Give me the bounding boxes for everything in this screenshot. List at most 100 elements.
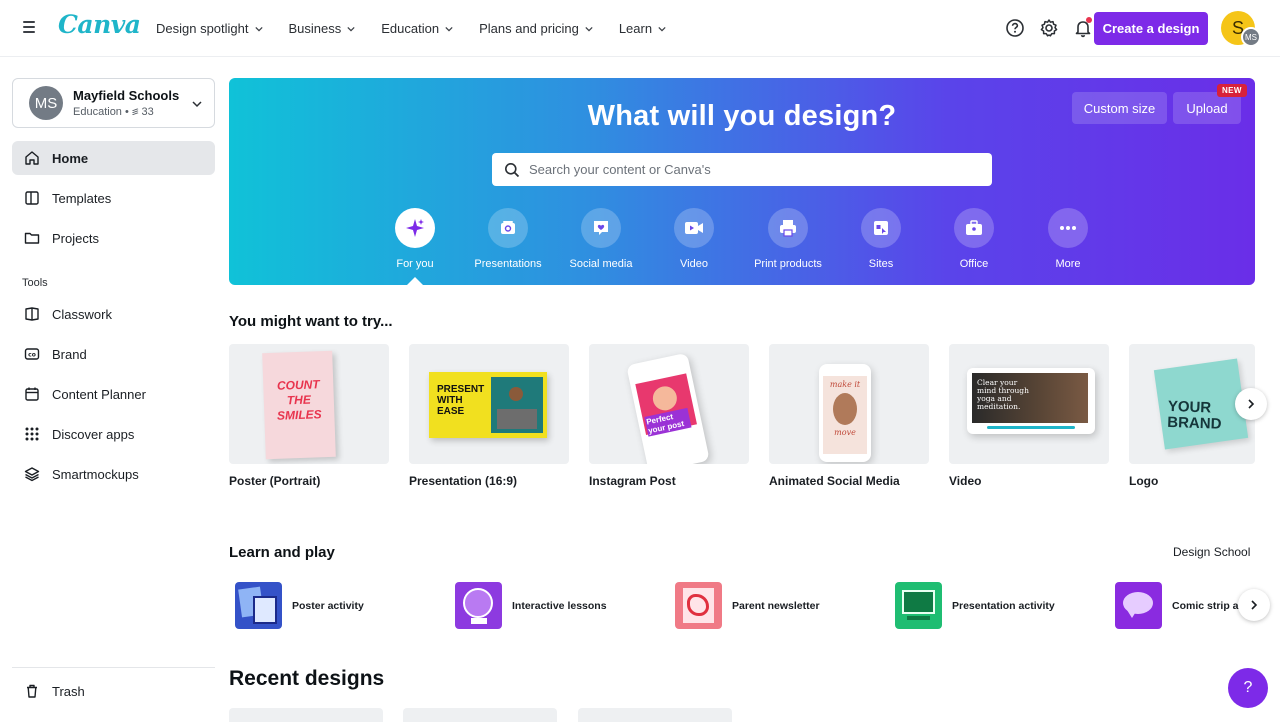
team-avatar-mini: MS: [1241, 27, 1261, 47]
help-button[interactable]: ?: [1228, 668, 1268, 708]
hero-banner: What will you design? Custom size Upload…: [229, 78, 1255, 285]
svg-text:co: co: [28, 352, 36, 359]
search-icon: [505, 162, 520, 177]
nav-education[interactable]: Education: [381, 21, 453, 36]
sidebar-item-trash[interactable]: Trash: [12, 674, 215, 708]
nav-plans-pricing[interactable]: Plans and pricing: [479, 21, 593, 36]
learn-item-parent-newsletter[interactable]: Parent newsletter: [675, 582, 820, 629]
presentation-activity-thumbnail: [895, 582, 942, 629]
instagram-thumbnail: Perfect your post: [589, 344, 749, 464]
create-design-button[interactable]: Create a design: [1094, 12, 1208, 45]
learn-item-presentation-activity[interactable]: Presentation activity: [895, 582, 1055, 629]
category-for-you[interactable]: For you: [370, 208, 460, 270]
category-presentations[interactable]: Presentations: [463, 208, 553, 270]
category-office[interactable]: Office: [929, 208, 1019, 270]
menu-icon[interactable]: [20, 18, 38, 38]
apps-grid-icon: [24, 426, 40, 442]
design-school-link[interactable]: Design School: [1173, 545, 1250, 559]
folder-icon: [24, 230, 40, 246]
sidebar-item-home[interactable]: Home: [12, 141, 215, 175]
sidebar-item-discover-apps[interactable]: Discover apps: [12, 417, 215, 451]
home-icon: [24, 150, 40, 166]
comic-strip-thumbnail: [1115, 582, 1162, 629]
sidebar-item-brand[interactable]: co Brand: [12, 337, 215, 371]
team-avatar: MS: [29, 86, 63, 120]
templates-icon: [24, 190, 40, 206]
chevron-down-icon: [658, 26, 666, 31]
presentation-thumbnail: PRESENT WITH EASE: [409, 344, 569, 464]
nav-design-spotlight[interactable]: Design spotlight: [156, 21, 263, 36]
notification-dot: [1086, 17, 1092, 23]
try-section-title: You might want to try...: [229, 313, 393, 330]
category-sites[interactable]: Sites: [836, 208, 926, 270]
active-category-caret: [407, 277, 423, 285]
category-social-media[interactable]: Social media: [556, 208, 646, 270]
search-bar[interactable]: [492, 153, 992, 186]
settings-gear-icon[interactable]: [1038, 15, 1060, 41]
sidebar-item-content-planner[interactable]: Content Planner: [12, 377, 215, 411]
sidebar: MS Mayfield Schools Education • ꠵ 33 Hom…: [0, 57, 228, 720]
presentation-icon: [501, 221, 515, 234]
nav-business[interactable]: Business: [289, 21, 356, 36]
sidebar-item-classwork[interactable]: Classwork: [12, 297, 215, 331]
category-more[interactable]: More: [1023, 208, 1113, 270]
learn-item-comic-strip[interactable]: Comic strip ac: [1115, 582, 1255, 629]
more-dots-icon: [1060, 226, 1076, 230]
try-card-poster[interactable]: COUNT THE SMILES Poster (Portrait): [229, 344, 389, 488]
custom-size-button[interactable]: Custom size: [1072, 92, 1167, 124]
category-video[interactable]: Video: [649, 208, 739, 270]
try-next-arrow[interactable]: [1235, 388, 1267, 420]
classwork-icon: [24, 306, 40, 322]
learn-section-title: Learn and play: [229, 544, 335, 561]
video-camera-icon: [685, 222, 703, 234]
team-subtitle: Education • ꠵ 33: [73, 105, 154, 118]
interactive-lessons-thumbnail: [455, 582, 502, 629]
try-card-video[interactable]: Clear your mind through yoga and meditat…: [949, 344, 1109, 488]
calendar-icon: [24, 386, 40, 402]
heart-chat-icon: [594, 221, 608, 235]
team-name: Mayfield Schools: [73, 87, 180, 103]
new-badge: NEW: [1217, 84, 1247, 97]
video-thumbnail: Clear your mind through yoga and meditat…: [949, 344, 1109, 464]
learn-next-arrow[interactable]: [1238, 589, 1270, 621]
sidebar-item-projects[interactable]: Projects: [12, 221, 215, 255]
bell-icon[interactable]: [1072, 15, 1094, 41]
category-row: For you Presentations Social media Video…: [229, 208, 1255, 278]
chevron-down-icon: [192, 101, 202, 108]
website-icon: [874, 221, 888, 235]
trash-icon: [24, 683, 40, 699]
layers-icon: [24, 466, 40, 482]
main-nav: Design spotlight Business Education Plan…: [156, 0, 666, 57]
category-print-products[interactable]: Print products: [743, 208, 833, 270]
sidebar-item-templates[interactable]: Templates: [12, 181, 215, 215]
parent-newsletter-thumbnail: [675, 582, 722, 629]
help-circle-icon[interactable]: [1004, 15, 1026, 41]
sparkle-icon: [406, 219, 424, 237]
sidebar-divider: [12, 667, 215, 668]
sidebar-item-smartmockups[interactable]: Smartmockups: [12, 457, 215, 491]
try-card-logo[interactable]: YOUR BRAND Logo: [1129, 344, 1255, 488]
top-bar: Canva Design spotlight Business Educatio…: [0, 0, 1280, 57]
briefcase-icon: [966, 220, 982, 235]
canva-logo[interactable]: Canva: [58, 10, 141, 39]
chevron-down-icon: [585, 26, 593, 31]
team-switcher[interactable]: MS Mayfield Schools Education • ꠵ 33: [12, 78, 215, 128]
tools-heading: Tools: [22, 277, 48, 289]
animated-social-thumbnail: make it move: [769, 344, 929, 464]
try-card-instagram[interactable]: Perfect your post Instagram Post: [589, 344, 749, 488]
try-card-animated-social[interactable]: make it move Animated Social Media: [769, 344, 929, 488]
chevron-down-icon: [445, 26, 453, 31]
printer-icon: [780, 220, 796, 237]
recent-designs-title: Recent designs: [229, 667, 385, 690]
learn-item-poster-activity[interactable]: Poster activity: [235, 582, 364, 629]
chevron-right-icon: [1248, 399, 1255, 409]
poster-activity-thumbnail: [235, 582, 282, 629]
chevron-right-icon: [1251, 600, 1258, 610]
search-input[interactable]: [529, 162, 969, 177]
nav-learn[interactable]: Learn: [619, 21, 666, 36]
learn-item-interactive-lessons[interactable]: Interactive lessons: [455, 582, 607, 629]
chevron-down-icon: [347, 26, 355, 31]
try-card-presentation[interactable]: PRESENT WITH EASE Presentation (16:9): [409, 344, 569, 488]
top-icons: [1004, 15, 1094, 41]
poster-thumbnail: COUNT THE SMILES: [229, 344, 389, 464]
